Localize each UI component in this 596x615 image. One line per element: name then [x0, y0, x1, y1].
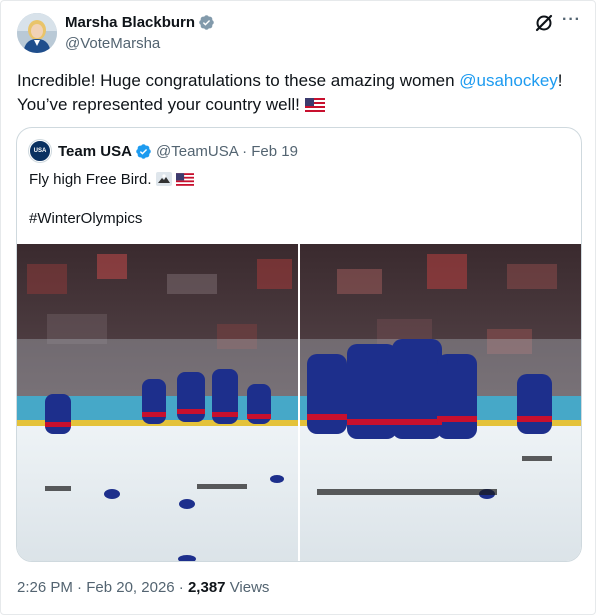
views-count: 2,387	[187, 579, 226, 596]
quoted-text-line: Fly high Free Bird.	[29, 171, 156, 188]
author-name-label[interactable]: Marsha Blackburn	[65, 14, 195, 31]
quoted-avatar[interactable]: USA	[29, 140, 51, 162]
quoted-handle[interactable]: @TeamUSA	[156, 143, 238, 160]
post-time[interactable]: 2:26 PM	[17, 579, 73, 596]
verified-badge-icon	[198, 14, 215, 31]
meta-separator-2: ·	[178, 579, 184, 596]
views-label: Views	[229, 579, 270, 596]
quoted-avatar-text: USA	[33, 148, 47, 154]
meta-separator: ·	[242, 143, 248, 160]
quoted-date[interactable]: Feb 19	[251, 143, 298, 160]
meta-separator: ·	[77, 579, 83, 596]
more-options-icon[interactable]: ···	[562, 11, 581, 29]
mention-link[interactable]: @usahockey	[459, 71, 558, 90]
author-handle[interactable]: @VoteMarsha	[65, 35, 160, 52]
quoted-meta: @TeamUSA · Feb 19	[156, 143, 298, 160]
tweet-card: Marsha Blackburn @VoteMarsha ··· Incredi…	[0, 0, 596, 615]
post-date[interactable]: Feb 20, 2026	[86, 579, 174, 596]
post-meta: 2:26 PM · Feb 20, 2026 · 2,387 Views	[17, 579, 269, 596]
grok-icon[interactable]	[534, 13, 554, 33]
post-text-part: Incredible! Huge congratulations to thes…	[17, 71, 460, 90]
author-name[interactable]: Marsha Blackburn	[65, 14, 215, 31]
author-avatar[interactable]	[17, 13, 57, 53]
quoted-name-label[interactable]: Team USA	[58, 143, 132, 160]
quoted-hashtag[interactable]: #WinterOlympics	[29, 209, 142, 229]
us-flag-icon	[304, 95, 325, 119]
quoted-author-name[interactable]: Team USA	[58, 143, 152, 160]
quoted-text: Fly high Free Bird.	[29, 170, 194, 192]
us-flag-icon	[175, 172, 194, 192]
quoted-media-image[interactable]	[17, 244, 581, 561]
quoted-tweet[interactable]: USA Team USA @TeamUSA · Feb 19 Fly high …	[16, 127, 582, 562]
post-text: Incredible! Huge congratulations to thes…	[17, 69, 587, 119]
eagle-icon	[155, 172, 172, 192]
verified-badge-icon	[135, 143, 152, 160]
